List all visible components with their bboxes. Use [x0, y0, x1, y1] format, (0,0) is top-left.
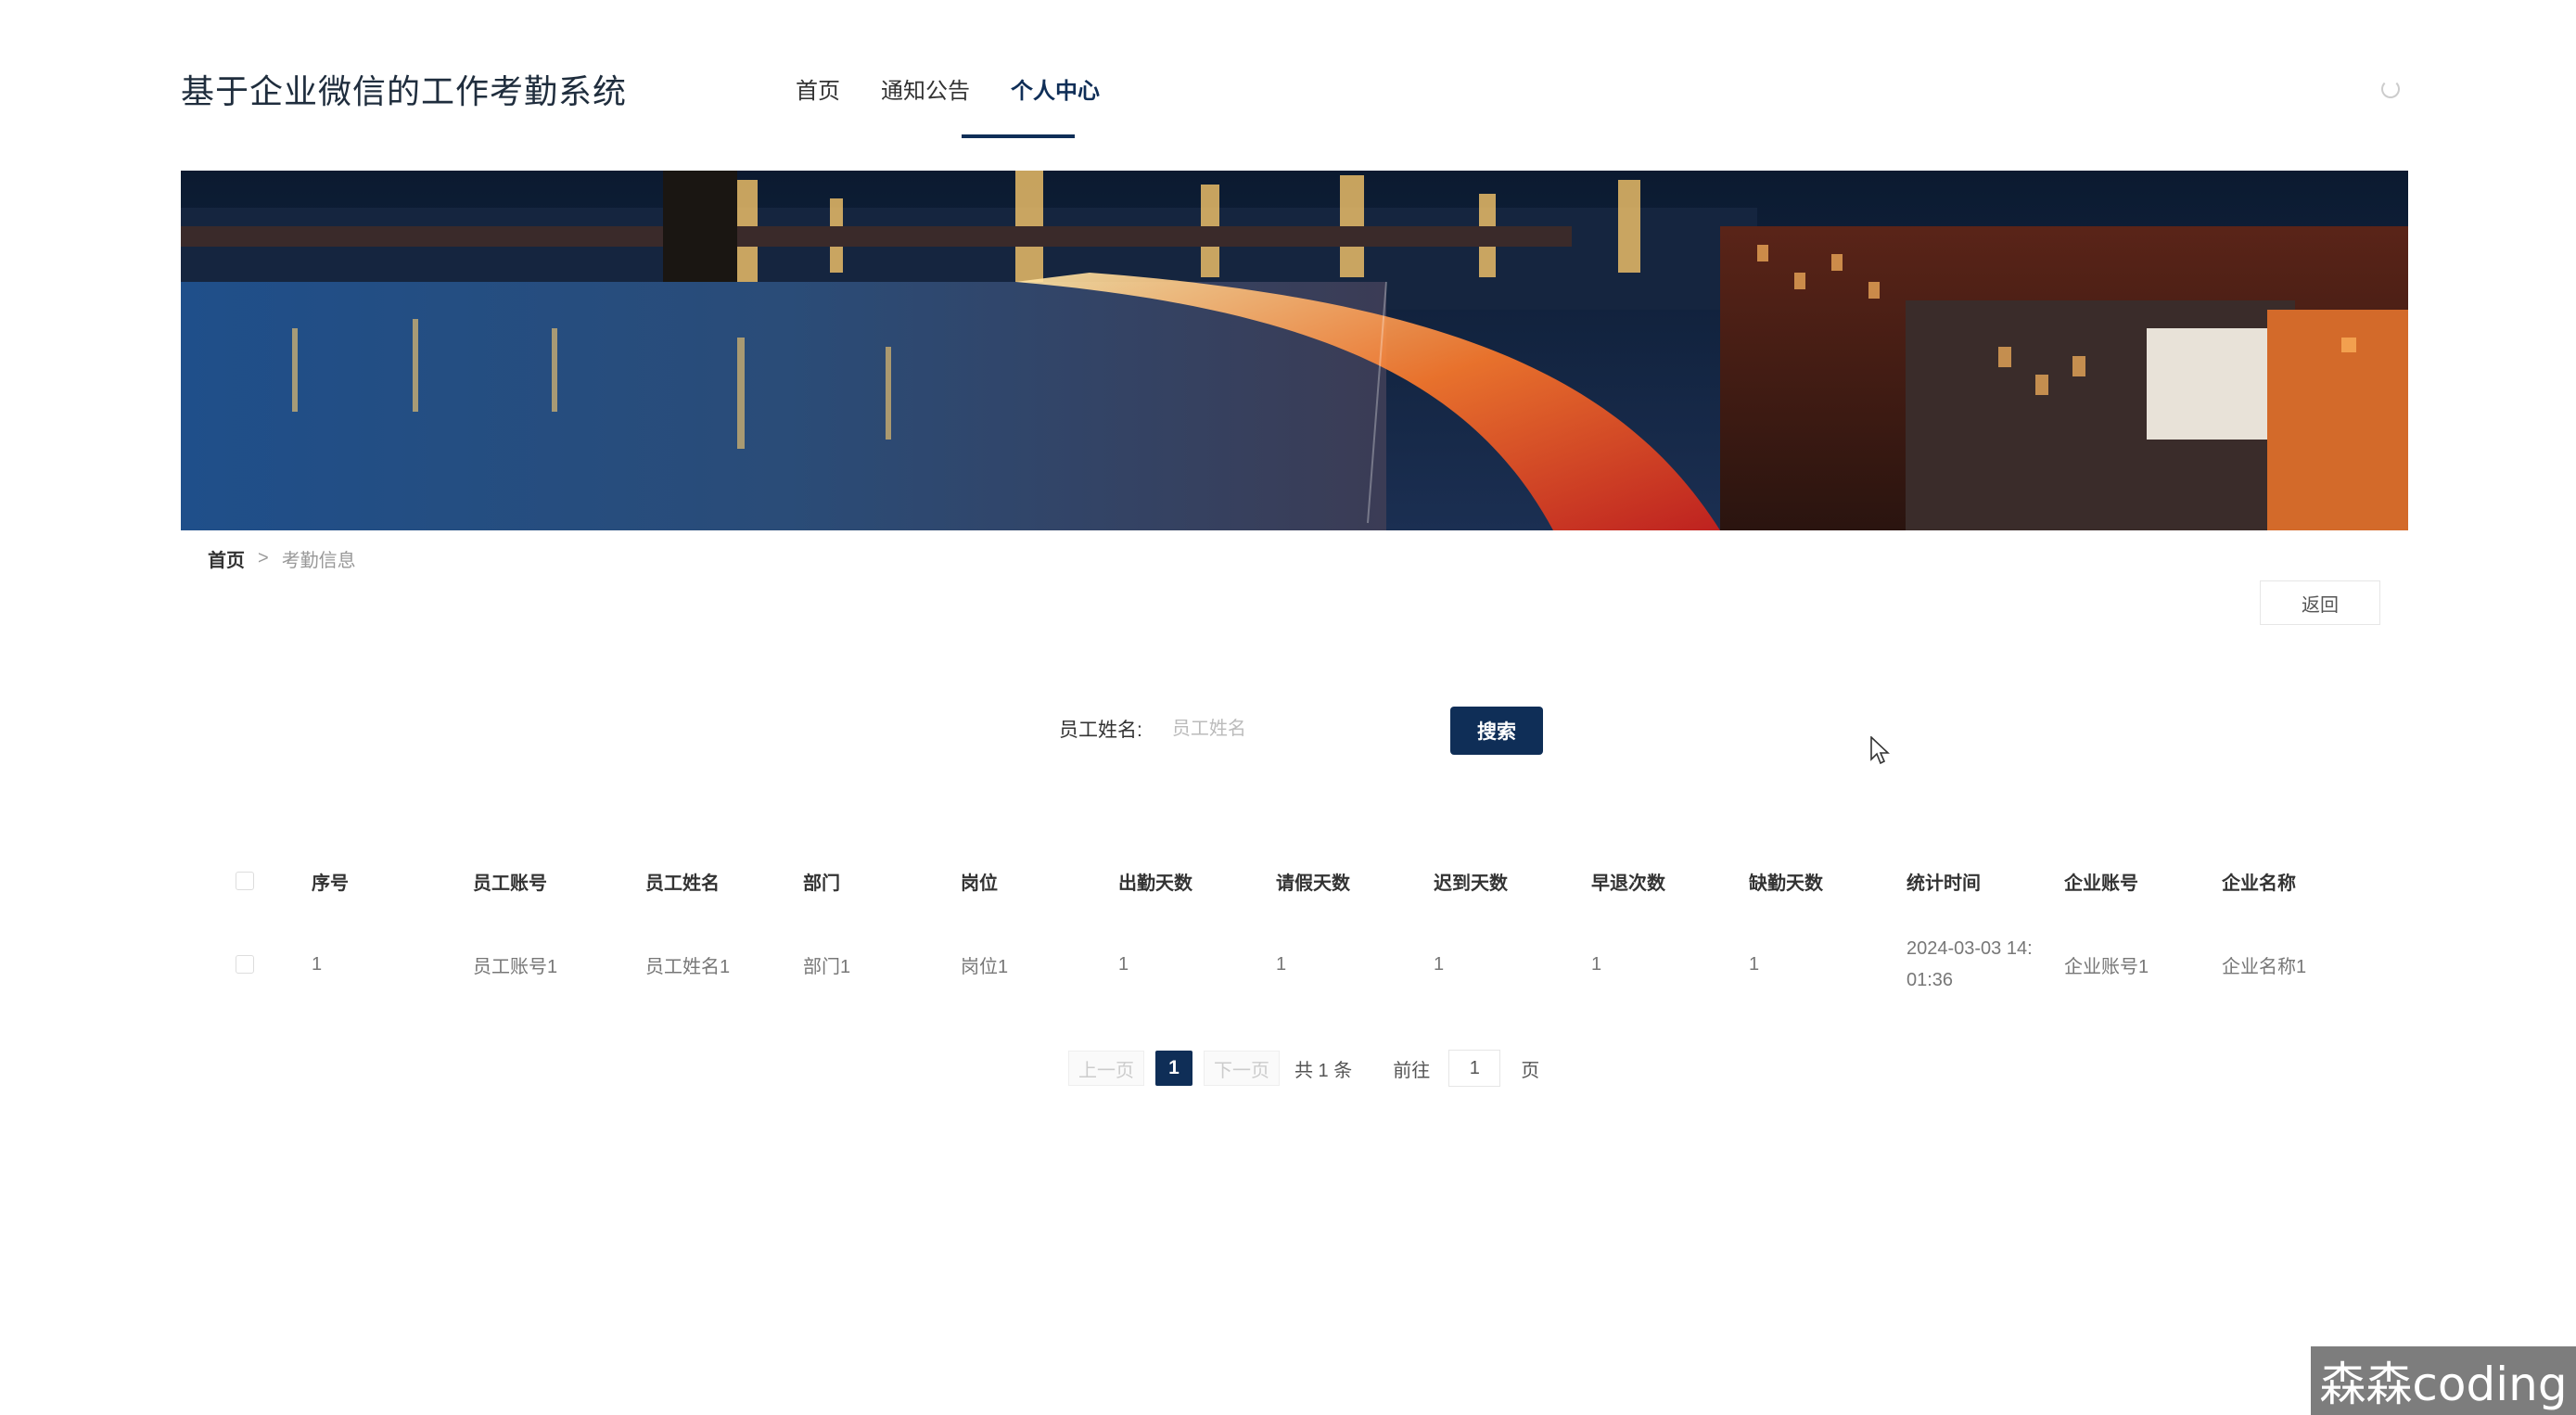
column-header-company-name: 企业名称	[2222, 873, 2296, 894]
column-header-stat-time: 统计时间	[1906, 873, 1981, 894]
cell-employee-name: 员工姓名1	[645, 956, 731, 977]
search-button[interactable]: 搜索	[1450, 707, 1543, 755]
loading-icon	[2381, 80, 2400, 98]
column-header-employee-name: 员工姓名	[645, 873, 720, 894]
pagination: 上一页 1 下一页 共 1 条 前往 页	[1068, 1048, 1539, 1089]
site-title: 基于企业微信的工作考勤系统	[181, 72, 628, 110]
select-all-checkbox[interactable]	[236, 853, 254, 909]
attendance-table: 序号 员工账号 员工姓名 部门 岗位 出勤天数 请假天数 迟到天数 早退次数 缺…	[213, 853, 2383, 1009]
cell-index: 1	[312, 953, 323, 975]
cell-absence-days: 1	[1749, 953, 1760, 975]
cell-attendance-days: 1	[1118, 953, 1129, 975]
cell-company-name: 企业名称1	[2222, 956, 2307, 977]
column-header-index: 序号	[312, 873, 349, 894]
column-header-leave-days: 请假天数	[1276, 873, 1350, 894]
breadcrumb: 首页 > 考勤信息	[208, 545, 356, 572]
watermark: 森森coding	[2311, 1346, 2576, 1415]
main-nav: 首页 通知公告 个人中心	[788, 72, 1133, 105]
total-count: 共 1 条	[1294, 1060, 1353, 1081]
prev-page-button[interactable]: 上一页	[1068, 1051, 1144, 1086]
stat-time-line-1: 2024-03-03 14:	[1906, 938, 2033, 959]
cell-department: 部门1	[803, 956, 851, 977]
active-nav-indicator	[962, 134, 1075, 138]
goto-page-input[interactable]	[1448, 1050, 1501, 1087]
nav-home[interactable]: 首页	[788, 72, 848, 105]
breadcrumb-separator: >	[258, 548, 269, 568]
banner-image	[181, 171, 2408, 530]
employee-name-search-input[interactable]	[1160, 705, 1421, 753]
city-night-illustration	[181, 171, 2408, 530]
column-header-early-leave: 早退次数	[1591, 873, 1665, 894]
breadcrumb-current: 考勤信息	[281, 551, 356, 571]
current-page[interactable]: 1	[1155, 1051, 1192, 1086]
cell-company-account: 企业账号1	[2064, 956, 2149, 977]
column-header-late-days: 迟到天数	[1434, 873, 1508, 894]
table-header: 序号 员工账号 员工姓名 部门 岗位 出勤天数 请假天数 迟到天数 早退次数 缺…	[213, 853, 2383, 909]
search-label: 员工姓名:	[1059, 720, 1142, 741]
search-bar: 员工姓名:	[1059, 705, 1421, 753]
cell-late-days: 1	[1434, 953, 1445, 975]
nav-notices[interactable]: 通知公告	[874, 72, 977, 105]
top-header: 基于企业微信的工作考勤系统 首页 通知公告 个人中心	[0, 0, 2576, 139]
cell-stat-time: 2024-03-03 14: 01:36	[1906, 920, 2055, 1009]
page: 基于企业微信的工作考勤系统 首页 通知公告 个人中心 首页 > 考勤信息 返回 …	[0, 0, 2576, 1415]
mouse-cursor-icon	[1870, 736, 1891, 765]
cell-employee-account: 员工账号1	[473, 956, 558, 977]
next-page-button[interactable]: 下一页	[1204, 1051, 1280, 1086]
column-header-department: 部门	[803, 873, 840, 894]
breadcrumb-home[interactable]: 首页	[208, 545, 245, 572]
table-row[interactable]: 1 员工账号1 员工姓名1 部门1 岗位1 1 1 1 1 1 2024-03-…	[213, 920, 2383, 1009]
nav-personal-center[interactable]: 个人中心	[1003, 72, 1107, 105]
column-header-position: 岗位	[961, 873, 998, 894]
back-button[interactable]: 返回	[2260, 580, 2380, 625]
row-checkbox[interactable]	[236, 920, 254, 1009]
cell-early-leave-count: 1	[1591, 953, 1602, 975]
column-header-employee-account: 员工账号	[473, 873, 547, 894]
page-unit-label: 页	[1521, 1060, 1540, 1081]
stat-time-line-2: 01:36	[1906, 970, 1954, 990]
column-header-company-account: 企业账号	[2064, 873, 2138, 894]
goto-label: 前往	[1393, 1060, 1431, 1081]
column-header-attendance-days: 出勤天数	[1118, 873, 1192, 894]
column-header-absence-days: 缺勤天数	[1749, 873, 1823, 894]
cell-position: 岗位1	[961, 956, 1009, 977]
cell-leave-days: 1	[1276, 953, 1287, 975]
